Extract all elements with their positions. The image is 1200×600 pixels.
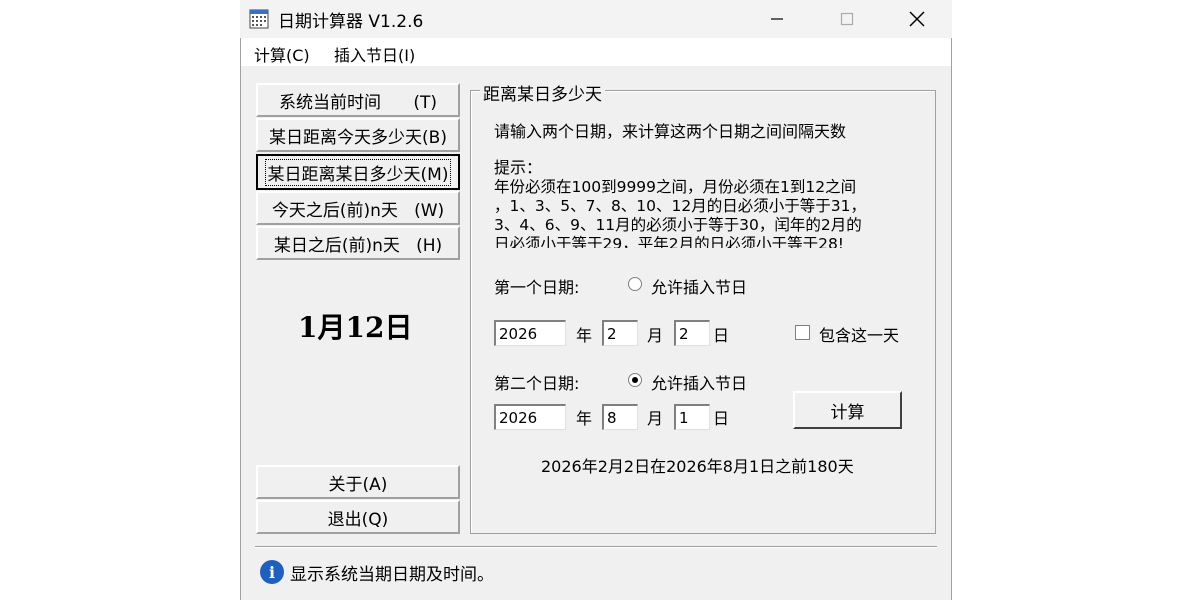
tip-line: 3、4、6、9、11月的必须小于等于30，闰年的2月的	[494, 216, 862, 234]
second-allow-holiday-label: 允许插入节日	[651, 374, 748, 393]
first-date-label: 第一个日期:	[494, 278, 580, 297]
first-month-unit: 月	[647, 326, 664, 345]
second-month-input[interactable]: 8	[602, 404, 638, 430]
maximize-button[interactable]	[812, 0, 882, 38]
status-divider	[255, 546, 937, 548]
tip-text: 年份必须在100到9999之间，月份必须在1到12之间 ，1、3、5、7、8、1…	[494, 178, 914, 248]
about-label: 关于(A)	[328, 474, 388, 495]
tip-label: 提示：	[494, 158, 543, 177]
first-year-unit: 年	[576, 326, 593, 345]
close-icon	[909, 11, 925, 27]
current-date-display: 1月12日	[298, 311, 413, 344]
second-year-unit: 年	[576, 409, 593, 428]
first-allow-holiday-label: 允许插入节日	[651, 278, 748, 297]
tip-line: ，1、3、5、7、8、10、12月的日必须小于等于31，	[494, 197, 866, 215]
second-month-unit: 月	[647, 409, 664, 428]
calculate-button[interactable]: 计算	[793, 391, 902, 429]
days-between-label: 某日距离某日多少天(M)	[264, 158, 452, 186]
include-day-checkbox[interactable]	[795, 325, 810, 340]
maximize-icon	[840, 12, 854, 26]
second-day-unit: 日	[713, 409, 730, 428]
first-month-input[interactable]: 2	[602, 320, 638, 346]
second-date-label: 第二个日期:	[494, 374, 580, 393]
tip-line: 日必须小于等于29，平年2月的日必须小于等于28!	[494, 235, 845, 248]
menu-insert-holiday[interactable]: 插入节日(I)	[334, 42, 415, 66]
instruction-text: 请输入两个日期，来计算这两个日期之间间隔天数	[494, 122, 847, 141]
first-day-unit: 日	[713, 326, 730, 345]
after-today-button[interactable]: 今天之后(前)n天 (W)	[256, 191, 460, 225]
exit-label: 退出(Q)	[327, 509, 389, 530]
about-button[interactable]: 关于(A)	[256, 465, 460, 499]
first-allow-holiday-radio[interactable]	[628, 277, 642, 291]
minimize-button[interactable]	[742, 0, 812, 38]
days-to-today-button[interactable]: 某日距离今天多少天(B)	[256, 118, 460, 152]
calendar-app-icon	[249, 9, 269, 29]
second-year-input[interactable]: 2026	[494, 404, 566, 430]
calculate-label: 计算	[830, 402, 865, 423]
result-text: 2026年2月2日在2026年8月1日之前180天	[541, 457, 854, 476]
after-day-label: 某日之后(前)n天 (H)	[273, 235, 443, 256]
radio-selected-dot	[632, 377, 638, 383]
minimize-icon	[771, 18, 783, 20]
menu-calculate[interactable]: 计算(C)	[254, 42, 310, 66]
first-year-input[interactable]: 2026	[494, 320, 566, 346]
system-time-button[interactable]: 系统当前时间 (T)	[256, 83, 460, 117]
info-icon: i	[260, 560, 284, 584]
second-day-input[interactable]: 1	[674, 404, 710, 430]
include-day-label: 包含这一天	[819, 326, 900, 345]
tip-line: 年份必须在100到9999之间，月份必须在1到12之间	[494, 178, 857, 196]
days-to-today-label: 某日距离今天多少天(B)	[269, 127, 447, 148]
after-day-button[interactable]: 某日之后(前)n天 (H)	[256, 226, 460, 260]
window-title: 日期计算器 V1.2.6	[278, 12, 424, 32]
status-text: 显示系统当期日期及时间。	[290, 565, 494, 585]
system-time-label: 系统当前时间 (T)	[278, 92, 438, 113]
group-title: 距离某日多少天	[480, 80, 605, 105]
first-day-input[interactable]: 2	[674, 320, 710, 346]
after-today-label: 今天之后(前)n天 (W)	[271, 200, 445, 221]
days-between-button[interactable]: 某日距离某日多少天(M)	[256, 154, 460, 190]
close-button[interactable]	[882, 0, 952, 38]
second-allow-holiday-radio[interactable]	[628, 373, 642, 387]
exit-button[interactable]: 退出(Q)	[256, 500, 460, 534]
